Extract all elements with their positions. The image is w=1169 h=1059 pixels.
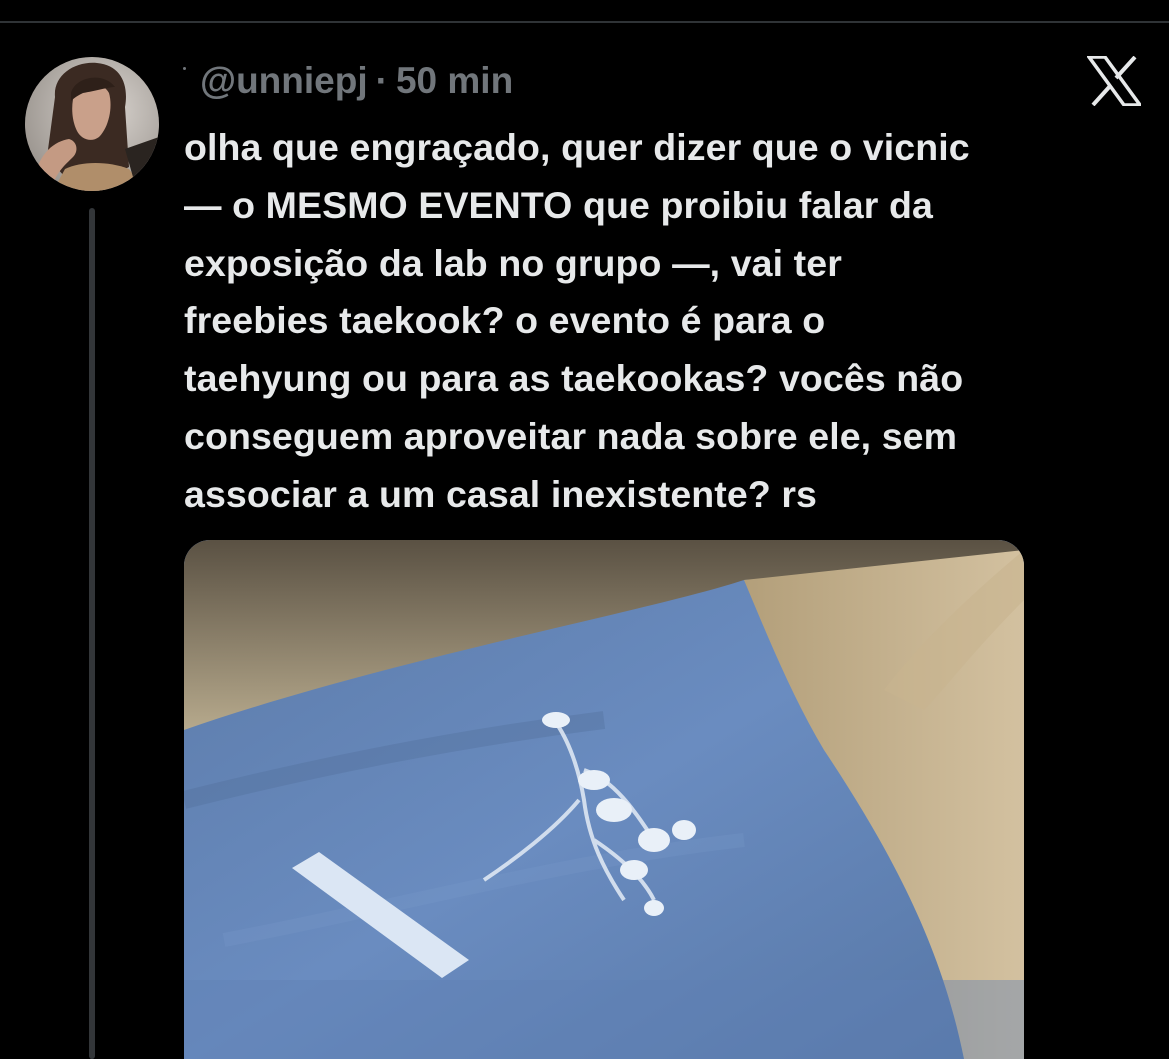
top-divider <box>0 21 1169 23</box>
media-photo <box>184 540 1024 1059</box>
avatar-image <box>25 57 159 191</box>
thread-line <box>89 208 95 1059</box>
tiny-dot <box>183 66 186 70</box>
author-handle[interactable]: @unniepj <box>200 60 368 102</box>
tweet-header: @unniepj · 50 min <box>183 58 513 104</box>
header-separator: · <box>375 60 388 101</box>
avatar[interactable] <box>25 57 159 191</box>
x-logo-icon[interactable] <box>1085 55 1144 107</box>
tweet-text: olha que engraçado, quer dizer que o vic… <box>184 126 970 515</box>
tweet-timestamp[interactable]: 50 min <box>396 60 513 102</box>
tweet-screen: @unniepj · 50 min olha que engraçado, qu… <box>0 0 1169 1059</box>
tweet-media[interactable] <box>184 540 1024 1059</box>
